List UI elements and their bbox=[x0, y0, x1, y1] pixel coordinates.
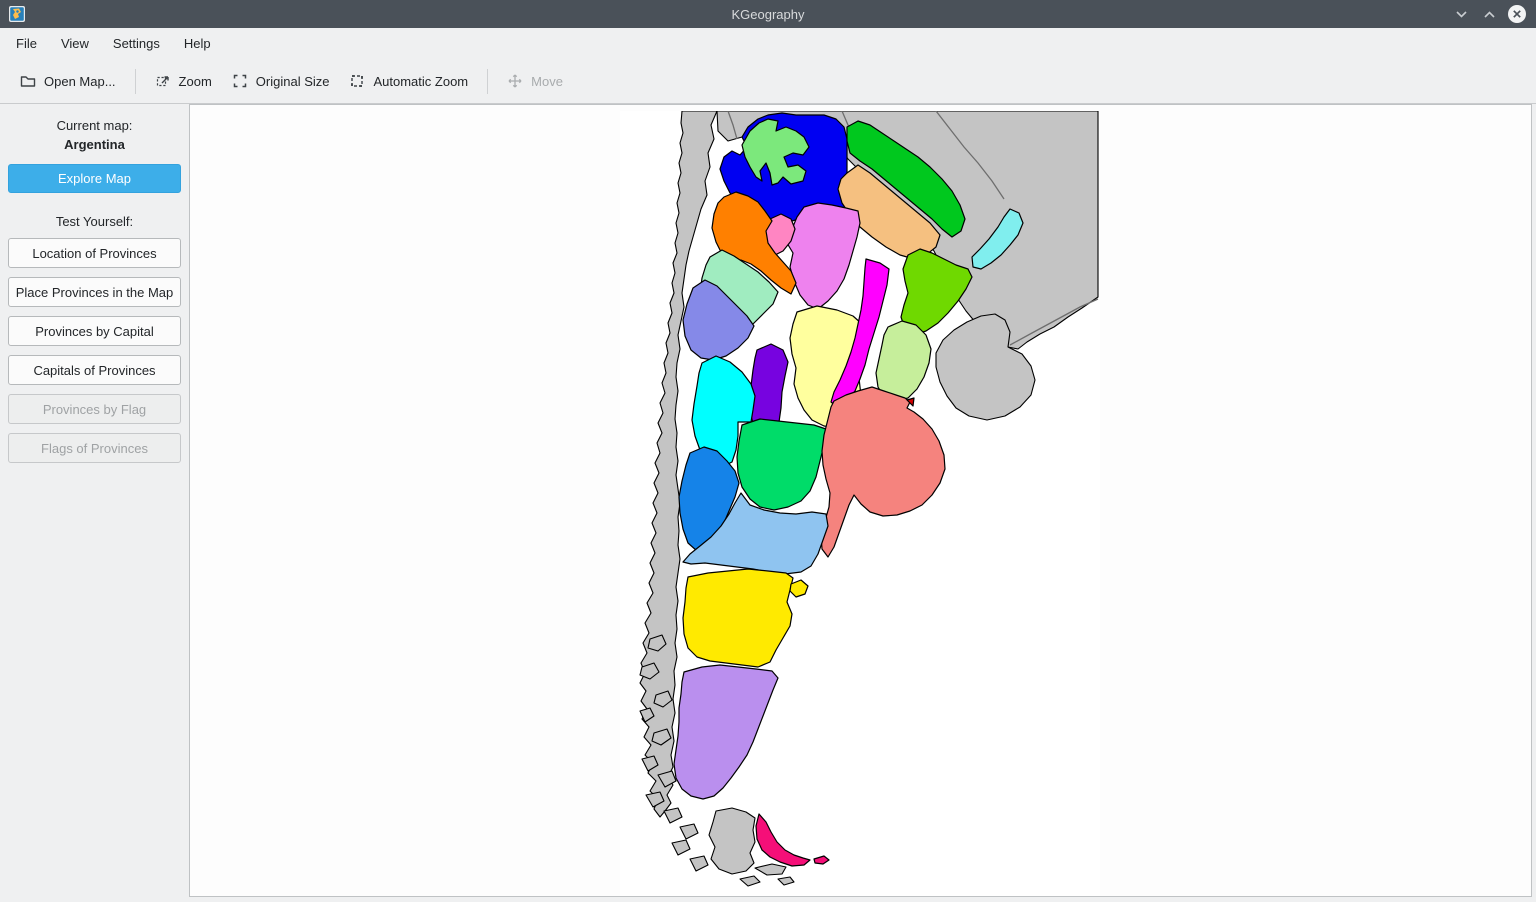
toolbar-separator bbox=[134, 68, 136, 94]
maximize-button[interactable] bbox=[1478, 3, 1500, 25]
window-controls bbox=[1450, 3, 1528, 25]
kgeography-window: KGeography File View Settings Help Open Map… bbox=[0, 0, 1536, 902]
kgeography-app-icon bbox=[9, 6, 25, 22]
chevron-up-icon bbox=[1483, 10, 1495, 18]
toolbar-button-label: Original Size bbox=[255, 73, 330, 89]
place-provinces-in-the-map-button[interactable]: Place Provinces in the Map bbox=[8, 277, 181, 307]
toolbar-button-label: Move bbox=[531, 73, 563, 89]
menu-help[interactable]: Help bbox=[172, 30, 223, 57]
chevron-down-icon bbox=[1455, 10, 1467, 18]
location-of-provinces-button[interactable]: Location of Provinces bbox=[8, 238, 181, 268]
toolbar-separator bbox=[487, 68, 489, 94]
original-size-button[interactable]: Original Size bbox=[222, 65, 340, 97]
titlebar: KGeography bbox=[0, 0, 1536, 28]
open-map-button[interactable]: Open Map... bbox=[10, 65, 126, 97]
quiz-button-group: Location of Provinces Place Provinces in … bbox=[8, 238, 181, 463]
provinces-by-flag-button: Provinces by Flag bbox=[8, 394, 181, 424]
menu-settings[interactable]: Settings bbox=[101, 30, 172, 57]
minimize-button[interactable] bbox=[1450, 3, 1472, 25]
close-icon bbox=[1508, 5, 1526, 23]
zoom-button[interactable]: Zoom bbox=[145, 65, 222, 97]
move-button: Move bbox=[497, 65, 573, 97]
test-yourself-label: Test Yourself: bbox=[55, 214, 134, 229]
current-map-value: Argentina bbox=[64, 137, 125, 152]
folder-icon bbox=[20, 76, 36, 87]
close-button[interactable] bbox=[1506, 3, 1528, 25]
map-viewport[interactable]: SaltaJujuyFormosaChacoMisionesCorrientes… bbox=[189, 104, 1532, 897]
original-size-icon bbox=[233, 74, 247, 88]
toolbar: Open Map... Zoom Original Size Automatic Zo… bbox=[0, 59, 1536, 104]
automatic-zoom-icon bbox=[351, 75, 364, 87]
toolbar-button-label: Zoom bbox=[178, 73, 212, 89]
move-icon bbox=[508, 74, 522, 88]
zoom-select-icon bbox=[156, 76, 169, 87]
menu-bar: File View Settings Help bbox=[0, 28, 1536, 59]
argentina-map[interactable]: SaltaJujuyFormosaChacoMisionesCorrientes… bbox=[620, 111, 1100, 897]
provinces-by-capital-button[interactable]: Provinces by Capital bbox=[8, 316, 181, 346]
menu-file[interactable]: File bbox=[4, 30, 49, 57]
capitals-of-provinces-button[interactable]: Capitals of Provinces bbox=[8, 355, 181, 385]
toolbar-button-label: Automatic Zoom bbox=[373, 73, 469, 89]
flags-of-provinces-button: Flags of Provinces bbox=[8, 433, 181, 463]
toolbar-button-label: Open Map... bbox=[44, 73, 116, 89]
main-content: Current map: Argentina Explore Map Test … bbox=[0, 104, 1536, 902]
menu-view[interactable]: View bbox=[49, 30, 101, 57]
current-map-label: Current map: bbox=[56, 118, 133, 133]
explore-map-button[interactable]: Explore Map bbox=[8, 164, 181, 193]
window-title: KGeography bbox=[731, 6, 805, 22]
automatic-zoom-button[interactable]: Automatic Zoom bbox=[339, 65, 478, 97]
sidebar: Current map: Argentina Explore Map Test … bbox=[0, 104, 189, 902]
